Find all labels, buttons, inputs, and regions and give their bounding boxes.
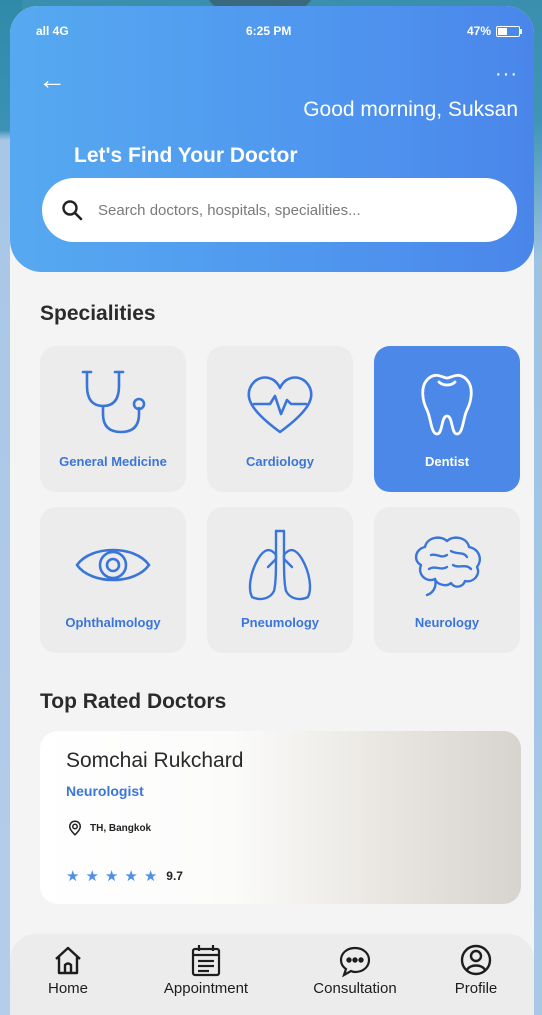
tab-label: Profile <box>454 980 498 997</box>
speciality-label: Cardiology <box>246 454 314 469</box>
speciality-pneumology[interactable]: Pneumology <box>207 507 353 653</box>
top-rated-title: Top Rated Doctors <box>40 690 227 713</box>
doctor-name: Somchai Rukchard <box>66 749 244 772</box>
chat-icon <box>339 946 371 978</box>
tab-label: Home <box>47 980 88 997</box>
speciality-neurology[interactable]: Neurology <box>374 507 520 653</box>
heart-icon <box>247 376 313 434</box>
doctor-location-text: TH, Bangkok <box>90 822 152 834</box>
speciality-label: Dentist <box>424 454 470 469</box>
search-icon <box>62 200 83 221</box>
speciality-label: Pneumology <box>240 615 319 630</box>
star-icon: ★ <box>143 868 158 885</box>
star-icon: ★ <box>66 868 80 885</box>
tab-home[interactable]: Home <box>13 942 123 997</box>
doctor-location: TH, Bangkok <box>66 819 151 837</box>
star-icon: ★ <box>85 868 99 885</box>
phone-screen: all 4G 6:25 PM 47% ← ··· Good morning, S… <box>10 6 534 1015</box>
status-bar: all 4G 6:25 PM 47% <box>10 24 534 42</box>
battery-indicator: 47% <box>466 24 522 38</box>
battery-percent: 47% <box>466 24 491 38</box>
specialities-grid: General Medicine Cardiology Dentist Opht… <box>40 346 522 653</box>
tab-label: Consultation <box>313 980 397 997</box>
brain-icon <box>414 536 481 597</box>
rating-value: 9.7 <box>166 869 183 883</box>
status-time: 6:25 PM <box>246 24 292 38</box>
star-icon: ★ <box>104 868 119 885</box>
tab-appointment[interactable]: Appointment <box>151 942 261 997</box>
signal-indicator: all 4G <box>36 24 69 38</box>
tab-profile[interactable]: Profile <box>421 942 531 997</box>
specialities-title: Specialities <box>40 302 156 325</box>
header-banner: all 4G 6:25 PM 47% ← ··· Good morning, S… <box>10 6 534 272</box>
lungs-icon <box>248 529 312 601</box>
doctor-rating: ★ ★ ★ ★ ★ 9.7 <box>66 867 183 885</box>
tooth-icon <box>421 373 473 436</box>
profile-icon <box>460 944 492 976</box>
speciality-dentist[interactable]: Dentist <box>374 346 520 492</box>
speciality-general-medicine[interactable]: General Medicine <box>40 346 186 492</box>
speciality-label: General Medicine <box>59 454 167 469</box>
doctor-card[interactable]: Somchai Rukchard Neurologist TH, Bangkok… <box>40 731 521 904</box>
speciality-cardiology[interactable]: Cardiology <box>207 346 353 492</box>
tab-consultation[interactable]: Consultation <box>300 942 410 997</box>
search-placeholder: Search doctors, hospitals, specialities.… <box>98 201 361 219</box>
speciality-label: Neurology <box>414 615 480 630</box>
more-options-icon[interactable]: ··· <box>495 64 518 84</box>
back-arrow-icon[interactable]: ← <box>38 66 66 94</box>
star-icon: ★ <box>124 868 138 885</box>
doctor-speciality: Neurologist <box>66 783 144 799</box>
page-subtitle: Let's Find Your Doctor <box>74 144 298 167</box>
tab-label: Appointment <box>163 980 249 997</box>
location-pin-icon <box>68 820 82 836</box>
bottom-tab-bar: Home Appointment Consultation Profile <box>10 934 534 1015</box>
home-icon <box>55 946 81 975</box>
battery-icon <box>496 25 522 37</box>
eye-icon <box>75 548 151 582</box>
calendar-icon <box>191 945 221 977</box>
greeting-text: Good morning, Suksan <box>303 98 518 121</box>
speciality-ophthalmology[interactable]: Ophthalmology <box>40 507 186 653</box>
stethoscope-icon <box>81 370 146 434</box>
speciality-label: Ophthalmology <box>65 615 161 630</box>
search-input[interactable]: Search doctors, hospitals, specialities.… <box>42 178 517 242</box>
